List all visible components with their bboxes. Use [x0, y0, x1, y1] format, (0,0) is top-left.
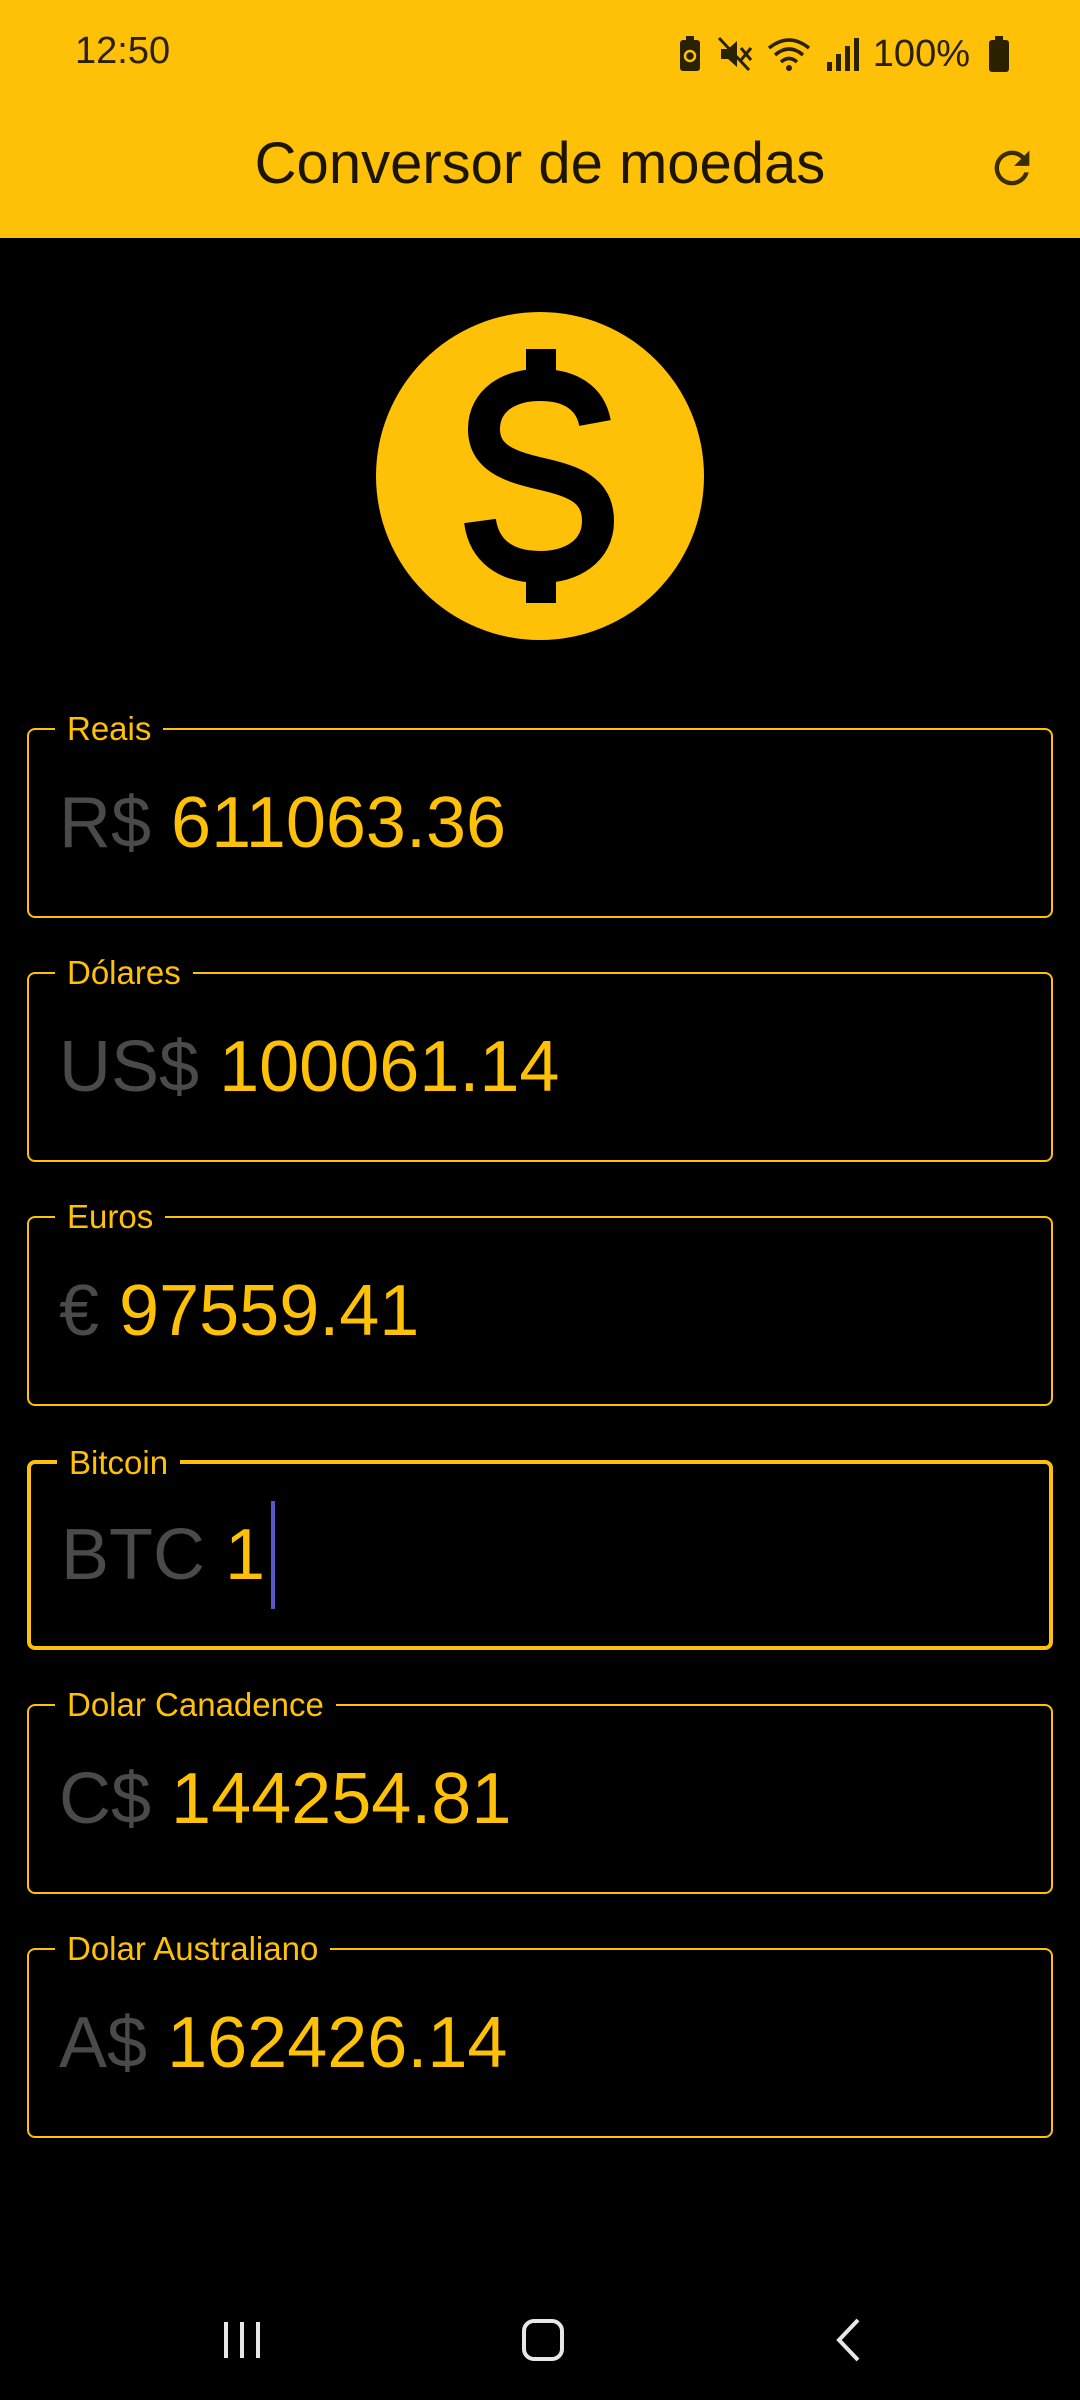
back-icon — [836, 2318, 860, 2362]
battery-icon — [988, 35, 1010, 73]
app-bar: 12:50 100% Conversor de moedas — [0, 0, 1080, 238]
amount-input[interactable]: 1 — [225, 1514, 265, 1596]
wifi-icon — [767, 36, 811, 72]
currency-prefix: C$ — [59, 1759, 152, 1839]
signal-icon — [825, 36, 859, 72]
field-reais[interactable]: Reais R$ 611063.36 — [27, 710, 1053, 918]
amount-input[interactable]: 100061.14 — [219, 1026, 559, 1108]
currency-prefix: € — [59, 1271, 100, 1351]
field-dolar-canadence[interactable]: Dolar Canadence C$ 144254.81 — [27, 1686, 1053, 1894]
status-time: 12:50 — [75, 30, 171, 72]
system-nav-bar — [0, 2270, 1080, 2400]
field-dolares[interactable]: Dólares US$ 100061.14 — [27, 954, 1053, 1162]
home-icon — [522, 2319, 564, 2361]
currency-prefix: A$ — [59, 2003, 148, 2083]
amount-input[interactable]: 611063.36 — [171, 782, 506, 864]
amount-input[interactable]: 97559.41 — [119, 1270, 419, 1352]
currency-prefix: BTC — [61, 1515, 205, 1595]
currency-prefix: R$ — [59, 783, 152, 863]
home-button[interactable] — [503, 2310, 583, 2370]
dollar-coin-icon — [376, 312, 704, 640]
refresh-button[interactable] — [974, 130, 1050, 206]
battery-saver-icon — [677, 35, 703, 73]
app-screen: 12:50 100% Conversor de moedas Reais R$ … — [0, 0, 1080, 2400]
amount-input[interactable]: 162426.14 — [167, 2002, 507, 2084]
recents-button[interactable] — [202, 2310, 282, 2370]
mute-icon — [717, 36, 753, 72]
refresh-icon — [994, 150, 1030, 186]
field-bitcoin[interactable]: Bitcoin BTC 1 — [27, 1444, 1053, 1650]
amount-input[interactable]: 144254.81 — [171, 1758, 511, 1840]
back-button[interactable] — [808, 2310, 888, 2370]
recents-icon — [224, 2322, 260, 2358]
battery-percent: 100% — [872, 32, 970, 75]
page-title: Conversor de moedas — [254, 131, 826, 196]
text-cursor — [271, 1501, 276, 1609]
field-dolar-australiano[interactable]: Dolar Australiano A$ 162426.14 — [27, 1930, 1053, 2138]
currency-prefix: US$ — [59, 1027, 200, 1107]
status-icons: 100% — [677, 28, 1010, 80]
field-euros[interactable]: Euros € 97559.41 — [27, 1198, 1053, 1406]
